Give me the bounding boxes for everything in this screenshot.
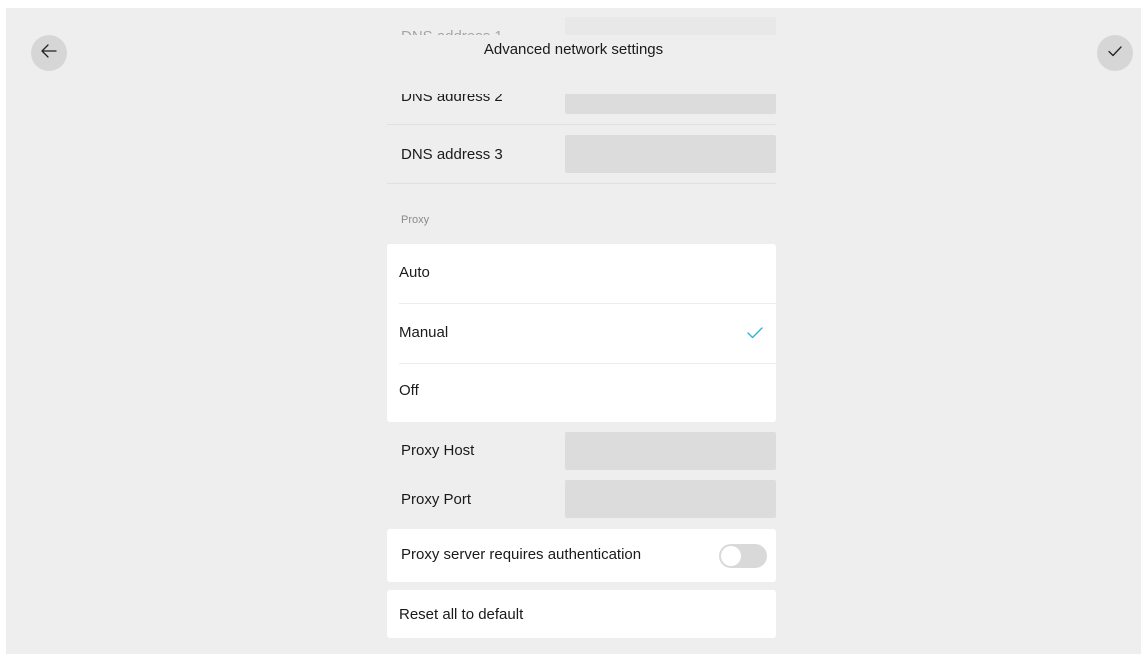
proxy-port-label: Proxy Port	[401, 491, 472, 508]
proxy-option-manual[interactable]: Manual	[387, 304, 776, 363]
proxy-auth-toggle[interactable]	[719, 544, 767, 568]
proxy-auth-row: Proxy server requires authentication	[387, 529, 776, 582]
proxy-port-field[interactable]	[565, 480, 776, 518]
proxy-options-card: Auto Manual Off	[387, 244, 776, 422]
proxy-option-auto-label: Auto	[399, 264, 430, 281]
reset-all-button[interactable]: Reset all to default	[387, 590, 776, 638]
dns-address-3-field[interactable]	[565, 135, 776, 173]
reset-all-label: Reset all to default	[399, 606, 524, 623]
proxy-auth-label: Proxy server requires authentication	[401, 546, 642, 563]
toggle-knob	[721, 546, 741, 566]
settings-screen: DNS address 1 DNS address 2 DNS address …	[6, 8, 1141, 654]
proxy-option-manual-label: Manual	[399, 324, 449, 341]
proxy-option-off[interactable]: Off	[387, 364, 776, 422]
proxy-host-label: Proxy Host	[401, 442, 475, 459]
selected-checkmark-icon	[746, 326, 764, 345]
proxy-section-label: Proxy	[401, 214, 430, 226]
proxy-option-auto[interactable]: Auto	[387, 244, 776, 303]
dns-address-3-label: DNS address 3	[401, 146, 503, 163]
dns-row-3: DNS address 3	[387, 125, 776, 184]
proxy-option-off-label: Off	[399, 382, 419, 399]
proxy-host-field[interactable]	[565, 432, 776, 470]
page-title: Advanced network settings	[483, 41, 664, 58]
